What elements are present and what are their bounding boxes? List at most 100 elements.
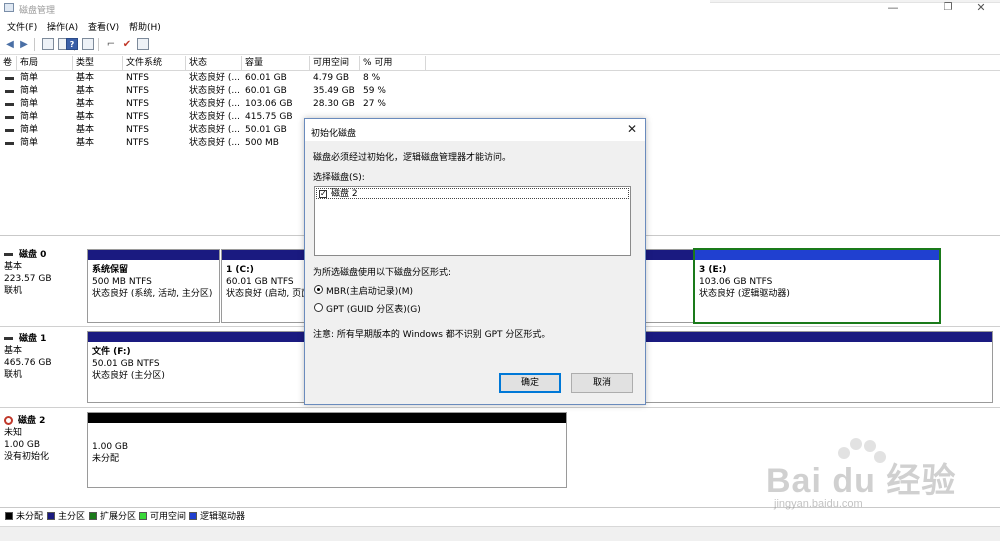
partition-style-label: 为所选磁盘使用以下磁盘分区形式:	[313, 268, 452, 278]
menu-file[interactable]: 文件(F)	[7, 20, 37, 33]
console-tree-icon[interactable]	[42, 38, 54, 50]
col-percent-free[interactable]: % 可用	[360, 56, 426, 71]
disk-listbox[interactable]: ✓ 磁盘 2	[314, 186, 631, 256]
settings-icon[interactable]	[137, 38, 149, 50]
col-volume[interactable]: 卷	[0, 56, 17, 71]
disk-0-label[interactable]: 磁盘 0 基本 223.57 GB 联机	[4, 249, 84, 297]
partition-c[interactable]: 1 (C:) 60.01 GB NTFS 状态良好 (启动, 页面	[221, 249, 311, 323]
partition-size: 60.01 GB NTFS	[226, 277, 294, 287]
disk-type: 未知	[4, 428, 23, 438]
gpt-label[interactable]: GPT (GUID 分区表)(G)	[326, 302, 421, 315]
primary-partition-bar	[222, 250, 310, 260]
cell-filesystem: NTFS	[126, 99, 149, 109]
disk-state: 没有初始化	[4, 452, 50, 462]
col-filesystem[interactable]: 文件系统	[123, 56, 186, 71]
connect-disk-icon[interactable]: ⌐	[105, 38, 117, 50]
gpt-radio[interactable]	[314, 303, 323, 312]
toolbar-separator	[98, 38, 99, 51]
help-icon[interactable]: ?	[66, 38, 78, 50]
swatch-icon	[189, 512, 197, 520]
gpt-note: 注意: 所有早期版本的 Windows 都不识别 GPT 分区形式。	[313, 330, 551, 340]
toolbar-separator	[34, 38, 35, 51]
cell-type: 基本	[76, 138, 95, 148]
table-row[interactable]: 简单 基本 NTFS 状态良好 (... 50.01 GB	[0, 124, 330, 137]
partition-status: 状态良好 (启动, 页面	[226, 289, 311, 299]
legend-unallocated: 未分配	[5, 511, 43, 523]
status-bar	[0, 526, 1000, 541]
partition-e[interactable]: 3 (E:) 103.06 GB NTFS 状态良好 (逻辑驱动器)	[693, 248, 941, 324]
table-row[interactable]: 简单 基本 NTFS 状态良好 (... 103.06 GB 28.30 GB …	[0, 98, 386, 111]
disk-name: 磁盘 1	[19, 334, 47, 344]
disk-checkbox[interactable]: ✓	[319, 190, 327, 198]
menu-action[interactable]: 操作(A)	[47, 20, 78, 33]
partition-system-reserved[interactable]: 系统保留 500 MB NTFS 状态良好 (系统, 活动, 主分区)	[87, 249, 220, 323]
cancel-button[interactable]: 取消	[571, 373, 633, 393]
forward-arrow-icon[interactable]: ▶	[18, 38, 30, 50]
disk-type: 基本	[4, 262, 23, 272]
menu-view[interactable]: 查看(V)	[88, 20, 119, 33]
toolbar: ◀ ▶ ? ⌐ ✔	[0, 34, 1000, 55]
disk-item-label: 磁盘 2	[331, 189, 358, 199]
cell-type: 基本	[76, 99, 95, 109]
cell-capacity: 60.01 GB	[245, 86, 287, 96]
back-arrow-icon[interactable]: ◀	[4, 38, 16, 50]
col-type[interactable]: 类型	[73, 56, 123, 71]
partition-status: 状态良好 (主分区)	[92, 371, 165, 381]
partition-unallocated[interactable]: 1.00 GB 未分配	[87, 412, 567, 488]
list-view-icon[interactable]	[82, 38, 94, 50]
cell-layout: 简单	[20, 112, 39, 122]
legend-logical: 逻辑驱动器	[189, 511, 245, 523]
partition-name: 1 (C:)	[226, 265, 254, 275]
col-capacity[interactable]: 容量	[242, 56, 310, 71]
cell-filesystem: NTFS	[126, 138, 149, 148]
table-row[interactable]: 简单 基本 NTFS 状态良好 (... 500 MB	[0, 137, 330, 150]
menu-bar: 文件(F) 操作(A) 查看(V) 帮助(H)	[0, 17, 1000, 34]
table-row[interactable]: 简单 基本 NTFS 状态良好 (... 60.01 GB 4.79 GB 8 …	[0, 72, 380, 85]
minimize-button[interactable]: —	[870, 0, 916, 17]
cell-filesystem: NTFS	[126, 125, 149, 135]
cell-type: 基本	[76, 86, 95, 96]
partition-f[interactable]: 文件 (F:) 50.01 GB NTFS 状态良好 (主分区)	[87, 331, 305, 403]
table-row[interactable]: 简单 基本 NTFS 状态良好 (... 415.75 GB	[0, 111, 330, 124]
partition-hidden-middle[interactable]	[645, 249, 694, 323]
table-row[interactable]: 简单 基本 NTFS 状态良好 (... 60.01 GB 35.49 GB 5…	[0, 85, 386, 98]
cell-status: 状态良好 (...	[189, 138, 240, 148]
cell-percent: 27 %	[363, 99, 386, 109]
partition-size: 500 MB NTFS	[92, 277, 152, 287]
cell-capacity: 50.01 GB	[245, 125, 287, 135]
volume-icon	[5, 90, 14, 93]
disk-state: 联机	[4, 286, 23, 296]
disk-2-label[interactable]: 磁盘 2 未知 1.00 GB 没有初始化	[4, 415, 84, 463]
swatch-icon	[47, 512, 55, 520]
cell-percent: 59 %	[363, 86, 386, 96]
mbr-radio[interactable]	[314, 285, 323, 294]
check-icon[interactable]: ✔	[121, 38, 133, 50]
cell-capacity: 103.06 GB	[245, 99, 293, 109]
mbr-label[interactable]: MBR(主启动记录)(M)	[326, 284, 413, 297]
disk-type: 基本	[4, 346, 23, 356]
volume-icon	[5, 129, 14, 132]
partition-disk1-rest[interactable]	[645, 331, 993, 403]
col-free-space[interactable]: 可用空间	[310, 56, 360, 71]
col-status[interactable]: 状态	[186, 56, 242, 71]
menu-help[interactable]: 帮助(H)	[129, 20, 161, 33]
disk-size: 465.76 GB	[4, 358, 52, 368]
disk-state: 联机	[4, 370, 23, 380]
volume-icon	[5, 142, 14, 145]
disk-1-label[interactable]: 磁盘 1 基本 465.76 GB 联机	[4, 333, 84, 381]
dialog-close-icon[interactable]: ✕	[627, 122, 637, 136]
cell-status: 状态良好 (...	[189, 86, 240, 96]
uninitialized-disk-icon	[4, 416, 13, 425]
col-layout[interactable]: 布局	[17, 56, 73, 71]
ok-button[interactable]: 确定	[499, 373, 561, 393]
cell-capacity: 500 MB	[245, 138, 279, 148]
list-item[interactable]: ✓ 磁盘 2	[316, 188, 629, 199]
cell-capacity: 60.01 GB	[245, 73, 287, 83]
initialize-disk-dialog: 初始化磁盘 ✕ 磁盘必须经过初始化，逻辑磁盘管理器才能访问。 选择磁盘(S): …	[304, 118, 646, 405]
swatch-icon	[89, 512, 97, 520]
cell-status: 状态良好 (...	[189, 112, 240, 122]
close-window-button[interactable]: ✕	[958, 0, 1000, 17]
watermark-url: jingyan.baidu.com	[774, 498, 863, 510]
cell-layout: 简单	[20, 125, 39, 135]
unallocated-bar	[88, 413, 566, 423]
